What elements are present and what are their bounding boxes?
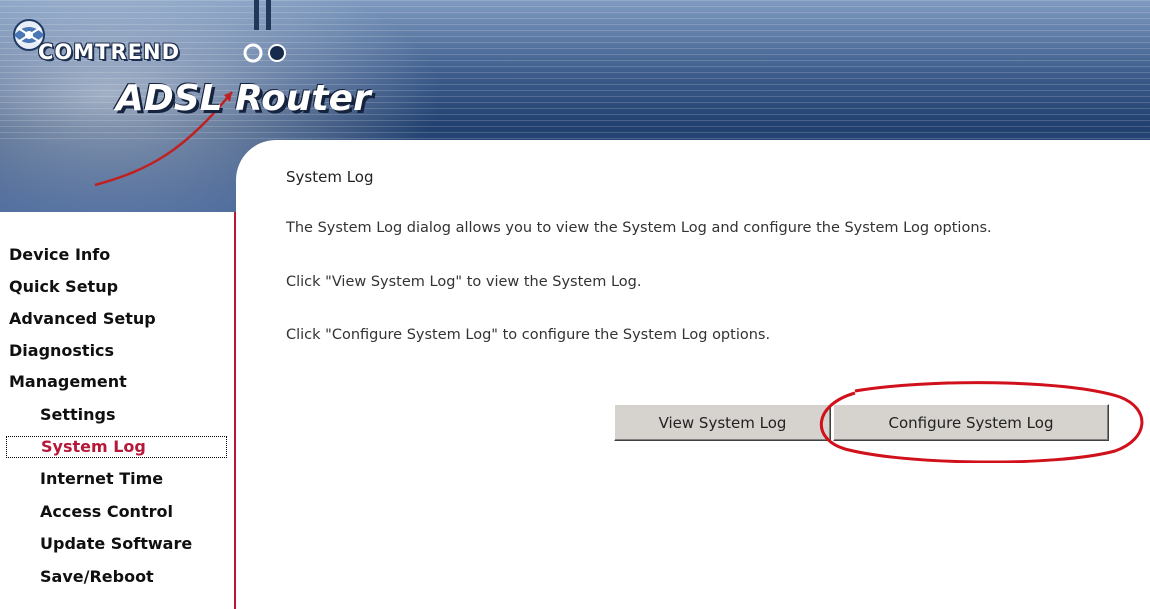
- nav-update-software[interactable]: Update Software: [40, 534, 192, 556]
- nav-system-log[interactable]: System Log: [6, 436, 227, 458]
- product-title: ADSL Router: [116, 78, 371, 119]
- description-text: The System Log dialog allows you to view…: [286, 220, 992, 236]
- nav-quick-setup[interactable]: Quick Setup: [9, 277, 118, 299]
- view-instruction-text: Click "View System Log" to view the Syst…: [286, 274, 642, 290]
- view-system-log-button[interactable]: View System Log: [614, 404, 831, 441]
- nav-device-info[interactable]: Device Info: [9, 245, 110, 267]
- nav-management[interactable]: Management: [9, 372, 127, 394]
- nav-access-control[interactable]: Access Control: [40, 502, 173, 524]
- sidebar-nav: Device Info Quick Setup Advanced Setup D…: [0, 212, 236, 609]
- nav-internet-time[interactable]: Internet Time: [40, 469, 163, 491]
- nav-settings[interactable]: Settings: [40, 405, 116, 427]
- nav-diagnostics[interactable]: Diagnostics: [9, 341, 114, 363]
- page-title: System Log: [286, 168, 374, 186]
- content-panel: [236, 140, 1150, 609]
- configure-instruction-text: Click "Configure System Log" to configur…: [286, 327, 771, 343]
- brand-logo: COMTREND: [38, 40, 181, 64]
- logo-rings-icon: [243, 43, 286, 63]
- configure-system-log-button[interactable]: Configure System Log: [833, 404, 1109, 441]
- nav-advanced-setup[interactable]: Advanced Setup: [9, 309, 156, 331]
- nav-save-reboot[interactable]: Save/Reboot: [40, 567, 154, 589]
